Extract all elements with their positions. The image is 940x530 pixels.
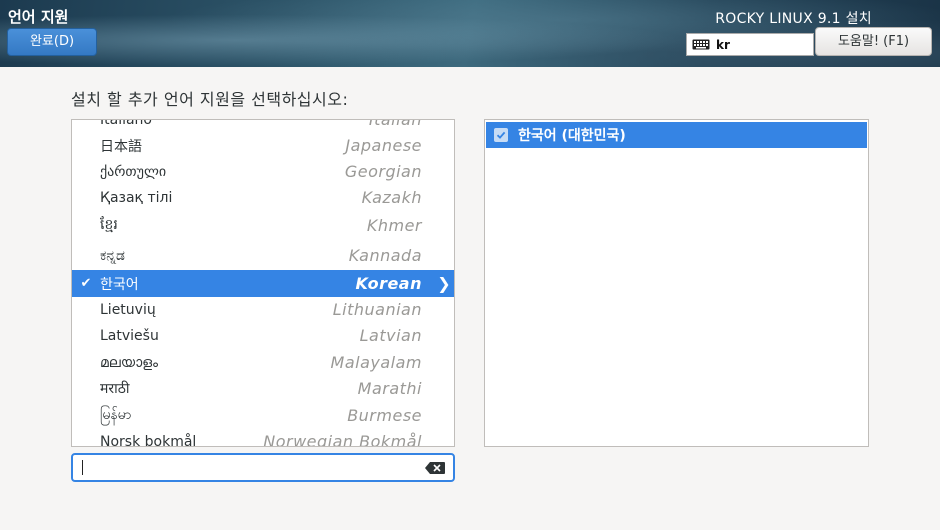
language-row[interactable]: Lietuvių Lithuanian bbox=[72, 296, 454, 323]
done-button[interactable]: 완료(D) bbox=[7, 28, 97, 56]
page-title: 언어 지원 bbox=[8, 8, 69, 26]
language-row[interactable]: မြန်မာ Burmese bbox=[72, 402, 454, 429]
language-english-name: Khmer bbox=[366, 216, 422, 235]
language-english-name: Kazakh bbox=[361, 188, 422, 207]
locale-label: 한국어 (대한민국) bbox=[518, 128, 626, 144]
language-native-name: മലയാളം bbox=[100, 354, 159, 371]
language-native-name: Қазақ тілі bbox=[100, 189, 173, 206]
backspace-clear-icon[interactable] bbox=[425, 462, 445, 474]
language-english-name: Georgian bbox=[344, 162, 422, 181]
language-native-name: ខ្មែរ bbox=[100, 217, 118, 233]
language-row[interactable]: Norsk bokmål Norwegian Bokmål bbox=[72, 428, 454, 447]
language-english-name: Italian bbox=[368, 119, 422, 129]
language-english-name: Japanese bbox=[345, 136, 422, 155]
language-native-name: Lietuvių bbox=[100, 301, 156, 318]
locale-list[interactable]: 한국어 (대한민국) bbox=[484, 119, 869, 447]
language-english-name: Korean bbox=[355, 274, 422, 293]
language-english-name: Burmese bbox=[347, 406, 422, 425]
selection-prompt: 설치 할 추가 언어 지원을 선택하십시오: bbox=[71, 90, 349, 109]
language-row[interactable]: ქართული Georgian bbox=[72, 158, 454, 185]
language-row[interactable]: 日本語 Japanese bbox=[72, 132, 454, 159]
language-english-name: Kannada bbox=[348, 246, 422, 265]
language-row[interactable]: मराठी Marathi bbox=[72, 375, 454, 402]
language-row[interactable]: Қазақ тілі Kazakh bbox=[72, 184, 454, 211]
language-english-name: Norwegian Bokmål bbox=[263, 432, 422, 447]
language-search-input[interactable] bbox=[71, 453, 455, 482]
check-icon: ✔ bbox=[80, 276, 92, 291]
language-native-name: ಕನ್ನಡ bbox=[100, 247, 125, 264]
locale-row[interactable]: 한국어 (대한민국) bbox=[486, 122, 867, 148]
chevron-right-icon: ❯ bbox=[437, 274, 451, 293]
language-native-name: 한국어 bbox=[100, 276, 139, 293]
help-button[interactable]: 도움말! (F1) bbox=[815, 27, 932, 56]
language-english-name: Latvian bbox=[359, 326, 422, 345]
header-banner: 언어 지원 완료(D) ROCKY LINUX 9.1 설치 kr 도움말! (… bbox=[0, 0, 940, 67]
keyboard-icon bbox=[692, 39, 710, 50]
check-icon bbox=[496, 131, 506, 139]
locale-checkbox[interactable] bbox=[494, 128, 508, 142]
language-native-name: Italiano bbox=[100, 119, 152, 128]
language-row[interactable]: ಕನ್ನಡ Kannada bbox=[72, 242, 454, 269]
language-row-selected[interactable]: ✔ 한국어 Korean ❯ bbox=[72, 270, 454, 297]
language-native-name: မြန်မာ bbox=[100, 407, 132, 423]
language-english-name: Lithuanian bbox=[332, 300, 422, 319]
text-cursor bbox=[82, 460, 83, 475]
language-row[interactable]: Italiano Italian bbox=[72, 119, 454, 133]
keyboard-layout-label: kr bbox=[716, 37, 730, 52]
language-native-name: ქართული bbox=[100, 163, 167, 180]
language-row[interactable]: ខ្មែរ Khmer bbox=[72, 212, 454, 239]
language-native-name: Norsk bokmål bbox=[100, 433, 197, 447]
language-row[interactable]: Latviešu Latvian bbox=[72, 322, 454, 349]
product-title: ROCKY LINUX 9.1 설치 bbox=[715, 11, 872, 27]
language-native-name: Latviešu bbox=[100, 327, 159, 344]
language-list[interactable]: Italiano Italian 日本語 Japanese ქართული Ge… bbox=[71, 119, 455, 447]
language-row[interactable]: മലയാളം Malayalam bbox=[72, 349, 454, 376]
language-native-name: 日本語 bbox=[100, 138, 142, 155]
language-native-name: मराठी bbox=[100, 381, 130, 397]
language-english-name: Marathi bbox=[357, 379, 422, 398]
keyboard-layout-indicator[interactable]: kr bbox=[686, 33, 814, 56]
language-english-name: Malayalam bbox=[330, 353, 422, 372]
